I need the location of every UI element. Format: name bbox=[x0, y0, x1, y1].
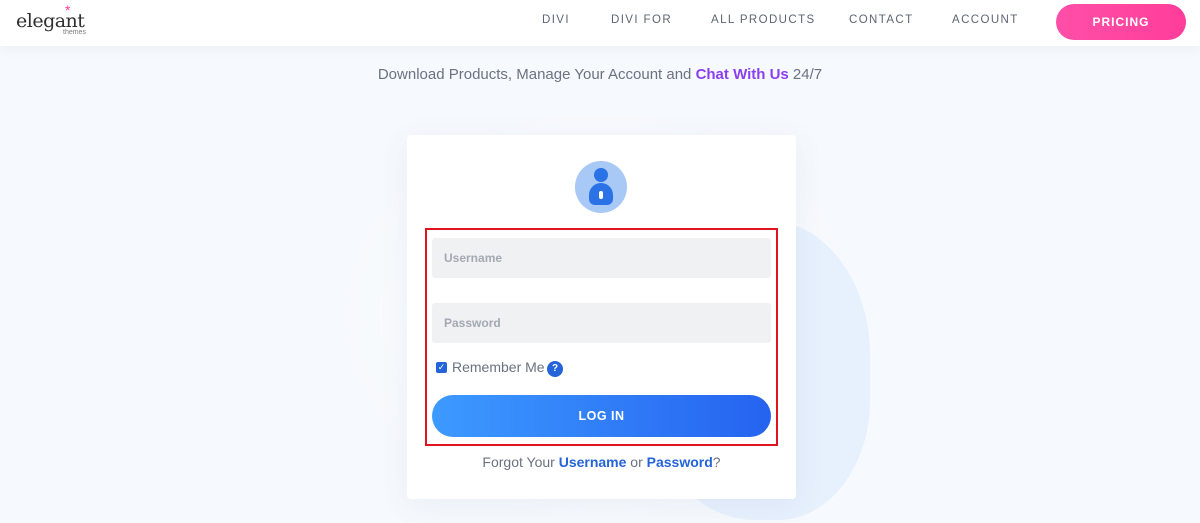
avatar-head bbox=[594, 168, 608, 182]
pricing-button[interactable]: PRICING bbox=[1056, 4, 1186, 40]
nav-account[interactable]: ACCOUNT bbox=[952, 14, 1019, 26]
password-input[interactable] bbox=[432, 303, 771, 343]
logo[interactable]: elegant * themes bbox=[16, 2, 86, 40]
forgot-prefix: Forgot Your bbox=[482, 454, 559, 470]
site-header: elegant * themes DIVI DIVI FOR ALL PRODU… bbox=[0, 0, 1200, 46]
forgot-password-link[interactable]: Password bbox=[647, 454, 713, 470]
forgot-suffix: ? bbox=[712, 454, 721, 470]
username-input[interactable] bbox=[432, 238, 771, 278]
forgot-username-link[interactable]: Username bbox=[559, 454, 627, 470]
chat-with-us-link[interactable]: Chat With Us bbox=[696, 66, 789, 83]
keyhole-icon bbox=[599, 191, 603, 199]
forgot-credentials: Forgot Your Username or Password? bbox=[407, 454, 796, 470]
login-button[interactable]: LOG IN bbox=[432, 395, 771, 437]
tagline: Download Products, Manage Your Account a… bbox=[0, 66, 1200, 83]
remember-me-row: ✓ Remember Me ? bbox=[436, 359, 636, 377]
star-icon: * bbox=[65, 2, 71, 18]
forgot-middle: or bbox=[626, 454, 647, 470]
tagline-suffix: 24/7 bbox=[788, 66, 823, 83]
remember-me-label[interactable]: Remember Me bbox=[452, 359, 545, 375]
nav-divi[interactable]: DIVI bbox=[542, 14, 570, 26]
nav-contact[interactable]: CONTACT bbox=[849, 14, 914, 26]
nav-all-products[interactable]: ALL PRODUCTS bbox=[711, 14, 816, 26]
remember-me-checkbox[interactable]: ✓ bbox=[436, 362, 447, 373]
user-lock-icon bbox=[575, 161, 627, 213]
nav-divi-for[interactable]: DIVI FOR bbox=[611, 14, 672, 26]
tagline-prefix: Download Products, Manage Your Account a… bbox=[377, 66, 696, 83]
login-card: ✓ Remember Me ? LOG IN Forgot Your Usern… bbox=[407, 135, 796, 499]
help-icon[interactable]: ? bbox=[547, 361, 563, 377]
logo-subtext: themes bbox=[63, 29, 86, 36]
